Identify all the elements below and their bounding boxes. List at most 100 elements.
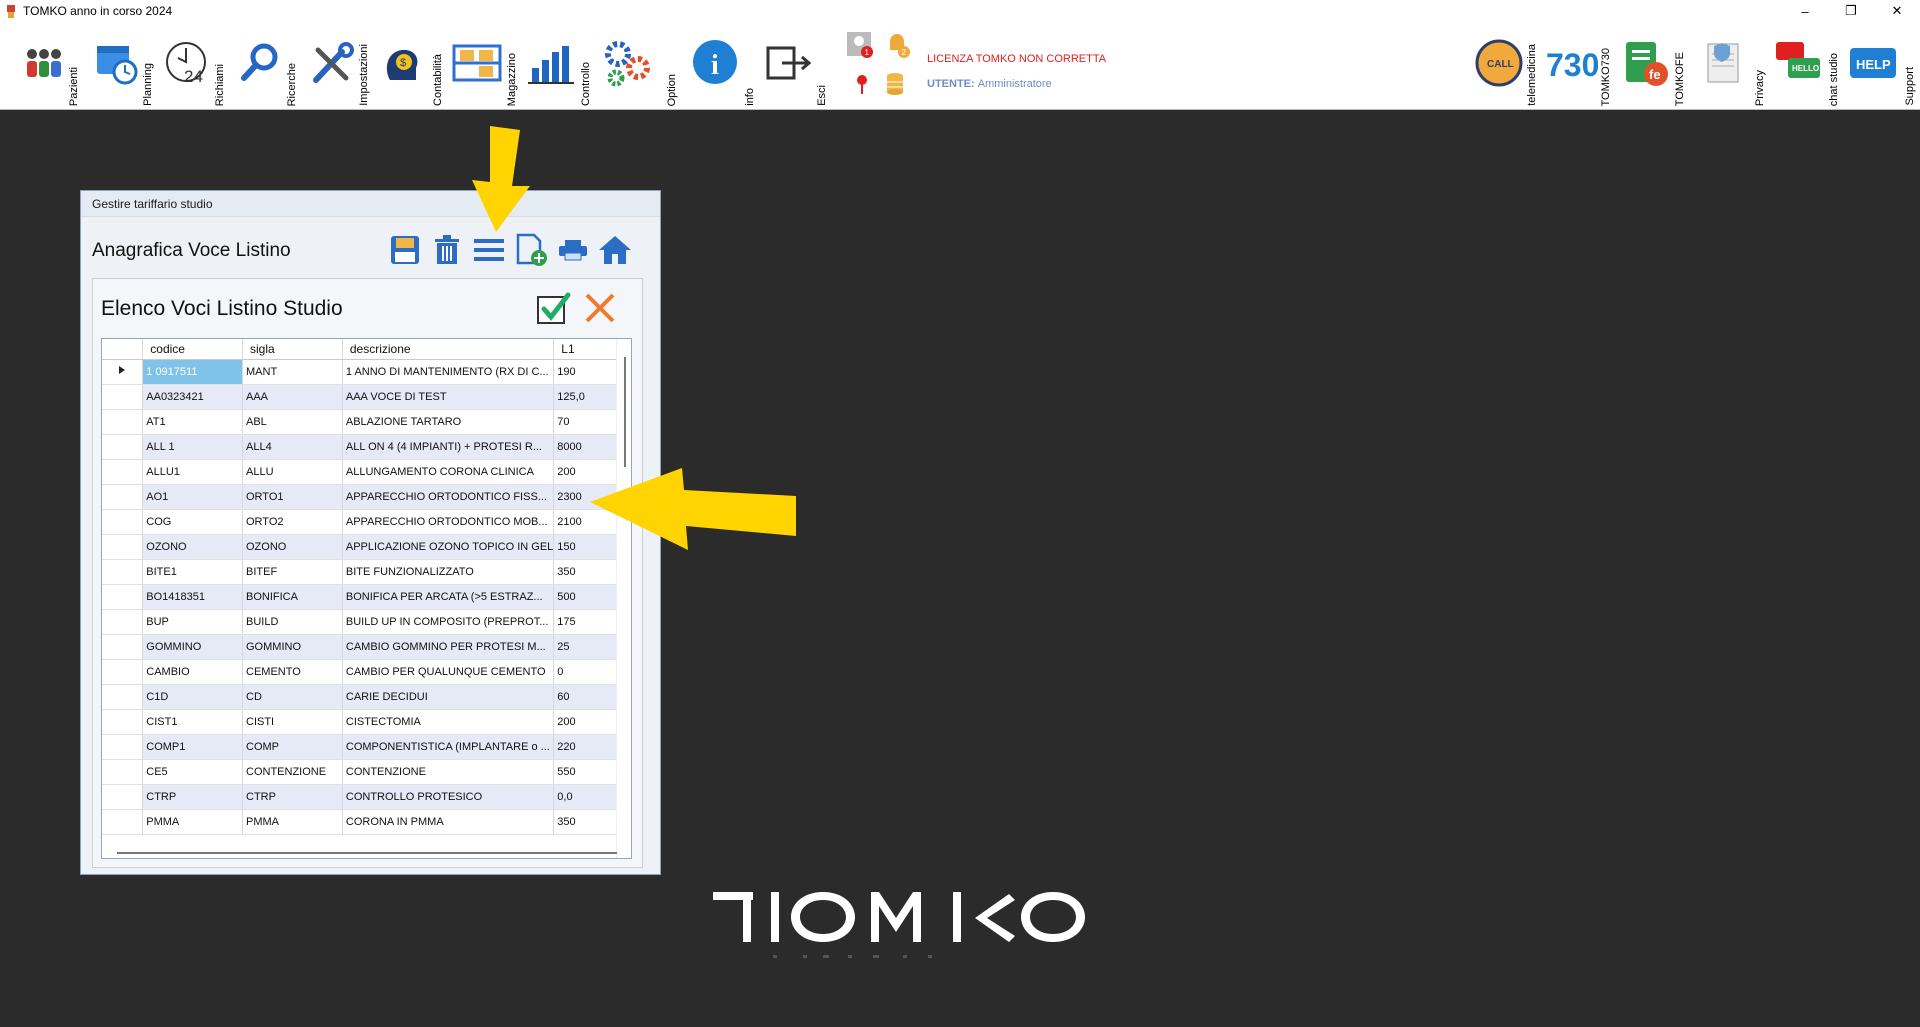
toolbar-pazienti-button[interactable]: Pazienti xyxy=(20,40,84,106)
cell-descrizione[interactable]: BUILD UP IN COMPOSITO (PREPROT... xyxy=(342,609,555,635)
database-icon[interactable] xyxy=(884,70,906,98)
cell-descrizione[interactable]: ABLAZIONE TARTARO xyxy=(342,409,555,435)
table-row[interactable]: AA0323421 AAA AAA VOCE DI TEST 125,0 xyxy=(102,384,631,410)
toolbar-info-button[interactable]: i info xyxy=(690,40,756,106)
print-button[interactable] xyxy=(555,232,591,268)
cell-sigla[interactable]: COMP xyxy=(242,734,343,760)
row-header-cell[interactable] xyxy=(102,684,144,710)
cell-sigla[interactable]: PMMA xyxy=(242,809,343,835)
cell-codice[interactable]: CIST1 xyxy=(142,709,243,735)
table-row[interactable]: CIST1 CISTI CISTECTOMIA 200 xyxy=(102,709,631,735)
row-header-cell[interactable] xyxy=(102,559,144,585)
toolbar-option-button[interactable]: Option xyxy=(602,40,678,106)
table-row[interactable]: BITE1 BITEF BITE FUNZIONALIZZATO 350 xyxy=(102,559,631,585)
toolbar-chat-studio-button[interactable]: HELLO chat studio xyxy=(1772,26,1840,106)
row-header-cell[interactable] xyxy=(102,359,144,385)
bell-icon[interactable]: 2 xyxy=(882,30,912,60)
vertical-scrollbar[interactable] xyxy=(616,339,631,858)
row-header-cell[interactable] xyxy=(102,434,144,460)
cell-sigla[interactable]: AAA xyxy=(242,384,343,410)
row-header-cell[interactable] xyxy=(102,584,144,610)
table-row[interactable]: AT1 ABL ABLAZIONE TARTARO 70 xyxy=(102,409,631,435)
toolbar-contabilita-button[interactable]: $ Contabilità xyxy=(380,40,444,106)
toolbar-magazzino-button[interactable]: Magazzino xyxy=(452,40,518,106)
cell-descrizione[interactable]: BITE FUNZIONALIZZATO xyxy=(342,559,555,585)
toolbar-impostazioni-button[interactable]: Impostazioni xyxy=(308,40,372,106)
cell-codice[interactable]: COMP1 xyxy=(142,734,243,760)
toolbar-ricerche-button[interactable]: Ricerche xyxy=(236,40,300,106)
horizontal-scrollbar[interactable] xyxy=(117,852,617,854)
table-row[interactable]: AO1 ORTO1 APPARECCHIO ORTODONTICO FISS... 2… xyxy=(102,484,631,510)
cell-codice[interactable]: ALL 1 xyxy=(142,434,243,460)
cell-sigla[interactable]: CD xyxy=(242,684,343,710)
toolbar-support-button[interactable]: HELP Support xyxy=(1846,26,1916,106)
cell-codice[interactable]: COG xyxy=(142,509,243,535)
user-notification-icon[interactable]: 1 xyxy=(845,30,875,60)
cell-sigla[interactable]: ORTO2 xyxy=(242,509,343,535)
table-row[interactable]: 1 0917511 MANT 1 ANNO DI MANTENIMENTO (RX … xyxy=(102,359,631,385)
cell-sigla[interactable]: BONIFICA xyxy=(242,584,343,610)
cell-descrizione[interactable]: CARIE DECIDUI xyxy=(342,684,555,710)
close-button[interactable]: ✕ xyxy=(1874,0,1920,22)
cell-sigla[interactable]: CEMENTO xyxy=(242,659,343,685)
cell-sigla[interactable]: ABL xyxy=(242,409,343,435)
row-header-cell[interactable] xyxy=(102,509,144,535)
cell-codice[interactable]: GOMMINO xyxy=(142,634,243,660)
row-header-cell[interactable] xyxy=(102,634,144,660)
cancel-button[interactable] xyxy=(581,289,619,327)
table-row[interactable]: COMP1 COMP COMPONENTISTICA (IMPLANTARE o .… xyxy=(102,734,631,760)
cell-descrizione[interactable]: CONTROLLO PROTESICO xyxy=(342,784,555,810)
scrollbar-thumb[interactable] xyxy=(624,357,626,467)
row-header-cell[interactable] xyxy=(102,609,144,635)
toolbar-controllo-button[interactable]: Controllo xyxy=(526,40,592,106)
cell-descrizione[interactable]: ALLUNGAMENTO CORONA CLINICA xyxy=(342,459,555,485)
cell-codice[interactable]: CAMBIO xyxy=(142,659,243,685)
cell-codice[interactable]: AT1 xyxy=(142,409,243,435)
cell-sigla[interactable]: ALL4 xyxy=(242,434,343,460)
row-header-cell[interactable] xyxy=(102,384,144,410)
cell-sigla[interactable]: CTRP xyxy=(242,784,343,810)
cell-codice[interactable]: AO1 xyxy=(142,484,243,510)
cell-codice[interactable]: 1 0917511 xyxy=(142,359,243,385)
cell-codice[interactable]: CTRP xyxy=(142,784,243,810)
cell-sigla[interactable]: GOMMINO xyxy=(242,634,343,660)
table-row[interactable]: CAMBIO CEMENTO CAMBIO PER QUALUNQUE CEMENT… xyxy=(102,659,631,685)
row-header-cell[interactable] xyxy=(102,809,144,835)
row-header-cell[interactable] xyxy=(102,534,144,560)
cell-descrizione[interactable]: CORONA IN PMMA xyxy=(342,809,555,835)
cell-descrizione[interactable]: CAMBIO PER QUALUNQUE CEMENTO xyxy=(342,659,555,685)
column-header-sigla[interactable]: sigla xyxy=(242,339,343,360)
table-row[interactable]: CE5 CONTENZIONE CONTENZIONE 550 xyxy=(102,759,631,785)
row-header-cell[interactable] xyxy=(102,709,144,735)
toolbar-privacy-button[interactable]: Privacy xyxy=(1700,26,1766,106)
cell-descrizione[interactable]: ALL ON 4 (4 IMPIANTI) + PROTESI R... xyxy=(342,434,555,460)
toolbar-richiami-button[interactable]: 24 Richiami xyxy=(164,40,228,106)
cell-codice[interactable]: OZONO xyxy=(142,534,243,560)
toolbar-telemedicina-button[interactable]: CALL telemedicina xyxy=(1474,26,1538,106)
cell-codice[interactable]: ALLU1 xyxy=(142,459,243,485)
cell-descrizione[interactable]: APPARECCHIO ORTODONTICO MOB... xyxy=(342,509,555,535)
cell-descrizione[interactable]: AAA VOCE DI TEST xyxy=(342,384,555,410)
cell-sigla[interactable]: OZONO xyxy=(242,534,343,560)
new-item-button[interactable] xyxy=(513,232,549,268)
cell-sigla[interactable]: ORTO1 xyxy=(242,484,343,510)
column-header-descrizione[interactable]: descrizione xyxy=(342,339,555,360)
cell-descrizione[interactable]: COMPONENTISTICA (IMPLANTARE o ... xyxy=(342,734,555,760)
toolbar-planning-button[interactable]: Planning xyxy=(92,40,156,106)
cell-codice[interactable]: BO1418351 xyxy=(142,584,243,610)
row-header-cell[interactable] xyxy=(102,759,144,785)
toolbar-tomko730-button[interactable]: 730 TOMKO730 xyxy=(1546,26,1612,106)
toolbar-tomkofe-button[interactable]: fe TOMKOFE xyxy=(1620,26,1686,106)
cell-sigla[interactable]: CISTI xyxy=(242,709,343,735)
table-row[interactable]: BUP BUILD BUILD UP IN COMPOSITO (PREPROT..… xyxy=(102,609,631,635)
cell-descrizione[interactable]: APPARECCHIO ORTODONTICO FISS... xyxy=(342,484,555,510)
cell-codice[interactable]: C1D xyxy=(142,684,243,710)
cell-codice[interactable]: CE5 xyxy=(142,759,243,785)
cell-descrizione[interactable]: CISTECTOMIA xyxy=(342,709,555,735)
table-row[interactable]: OZONO OZONO APPLICAZIONE OZONO TOPICO IN G… xyxy=(102,534,631,560)
pin-icon[interactable] xyxy=(852,72,872,96)
table-row[interactable]: ALL 1 ALL4 ALL ON 4 (4 IMPIANTI) + PROTESI… xyxy=(102,434,631,460)
row-header-cell[interactable] xyxy=(102,784,144,810)
cell-sigla[interactable]: ALLU xyxy=(242,459,343,485)
cell-codice[interactable]: PMMA xyxy=(142,809,243,835)
